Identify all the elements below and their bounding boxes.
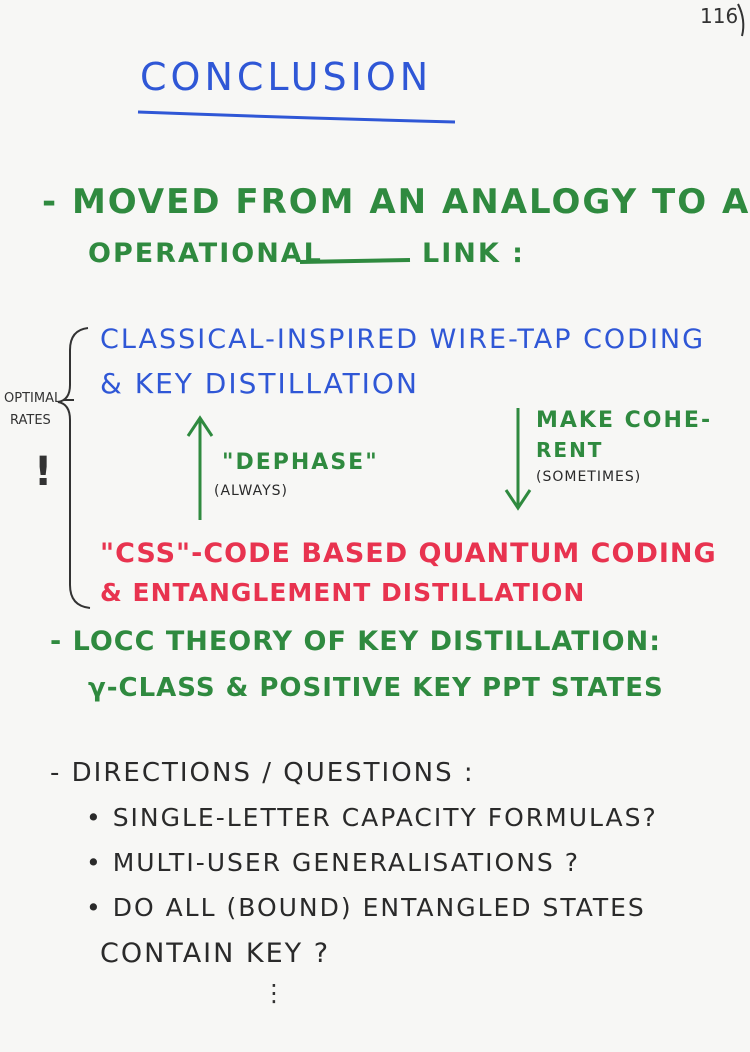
directions-heading: - DIRECTIONS / QUESTIONS : xyxy=(50,758,475,788)
dephase-label: "DEPHASE" xyxy=(222,450,379,475)
question-item-3: • DO ALL (BOUND) ENTANGLED STATES xyxy=(86,893,646,922)
point1-line1: - MOVED FROM AN ANALOGY TO AN xyxy=(42,182,750,222)
coherent-sub: (SOMETIMES) xyxy=(536,469,642,485)
question-item-3-cont: CONTAIN KEY ? xyxy=(100,938,331,969)
coherent-line2: RENT xyxy=(536,438,604,462)
question-item-1: • SINGLE-LETTER CAPACITY FORMULAS? xyxy=(86,803,658,832)
question-item-2: • MULTI-USER GENERALISATIONS ? xyxy=(86,848,581,877)
side-label-exclamation: ! xyxy=(34,449,55,495)
page-number-bracket xyxy=(737,3,745,37)
dephase-sub: (ALWAYS) xyxy=(214,483,289,499)
point2-line1: - LOCC THEORY OF KEY DISTILLATION: xyxy=(50,626,662,657)
side-label-rates: RATES xyxy=(10,413,51,428)
point2-line2: γ-CLASS & POSITIVE KEY PPT STATES xyxy=(88,673,664,703)
left-brace xyxy=(57,327,91,609)
title-underline xyxy=(137,110,456,124)
quantum-line1: "CSS"-CODE BASED QUANTUM CODING xyxy=(100,538,717,569)
classical-line1: CLASSICAL-INSPIRED WIRE-TAP CODING xyxy=(100,324,706,355)
classical-line2: & KEY DISTILLATION xyxy=(100,367,419,400)
ellipsis-dots: ⋮ xyxy=(262,979,286,1007)
page-number: 116 xyxy=(700,4,739,28)
page-title: CONCLUSION xyxy=(140,55,433,99)
point1-line2: OPERATIONAL xyxy=(88,238,323,269)
quantum-line2: & ENTANGLEMENT DISTILLATION xyxy=(100,578,586,607)
coherent-line1: MAKE COHE- xyxy=(536,408,713,433)
side-label-optimal: OPTIMAL xyxy=(4,391,62,406)
point1-line2b: LINK : xyxy=(422,238,525,269)
note-page: 116 CONCLUSION - MOVED FROM AN ANALOGY T… xyxy=(0,0,750,1052)
